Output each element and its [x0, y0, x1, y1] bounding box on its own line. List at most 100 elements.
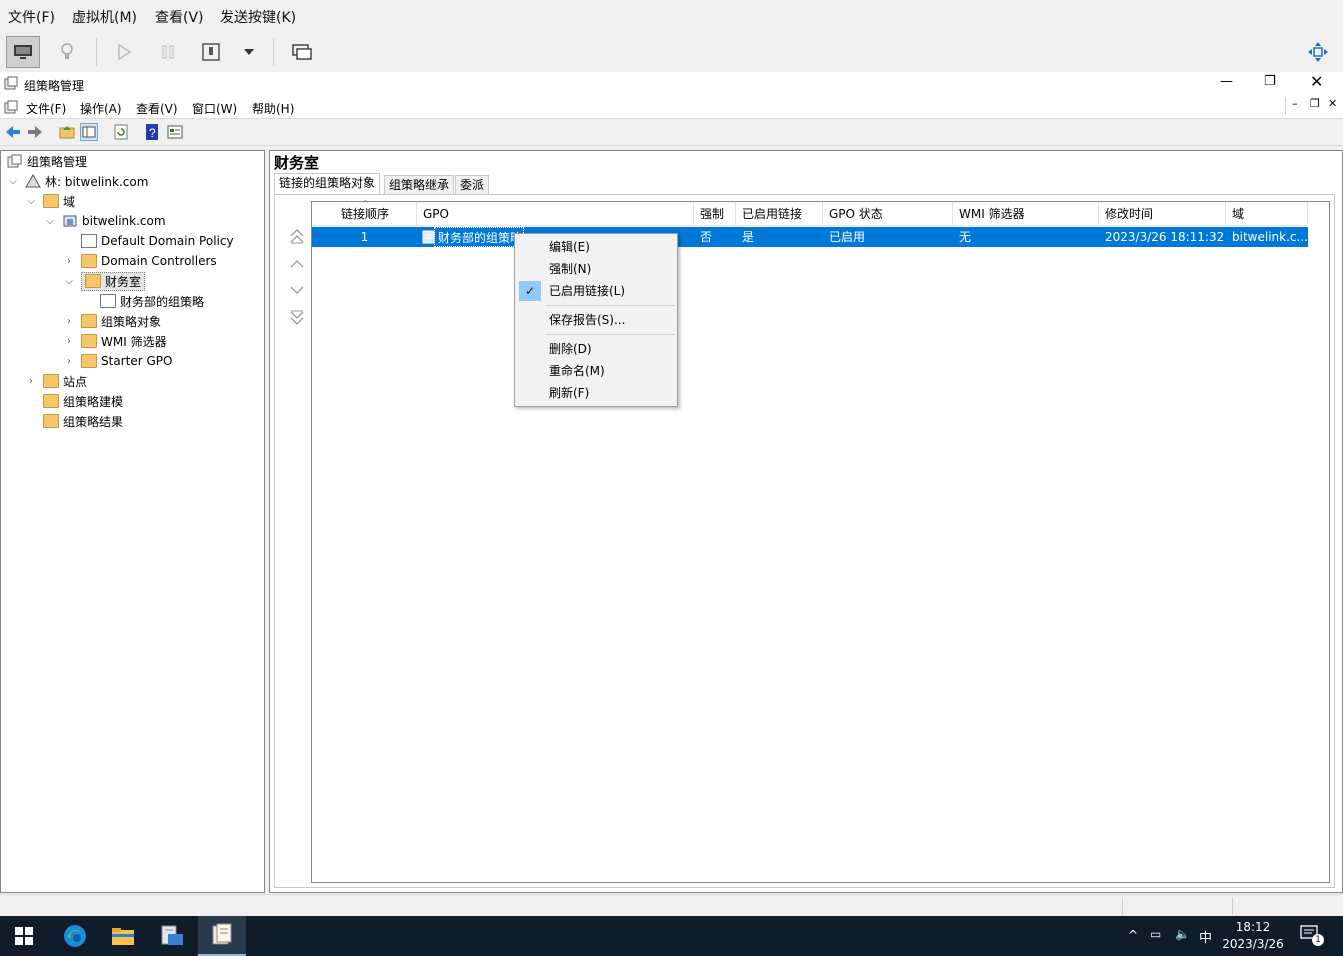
chevron-down-icon[interactable]: ⌵: [25, 195, 37, 207]
tree-item-domain[interactable]: ⌵ bitwelink.com: [44, 211, 165, 231]
tree-item-ou-gpo[interactable]: 财务部的组策略: [100, 291, 204, 311]
move-up-button[interactable]: [287, 254, 307, 274]
mdi-close-button[interactable]: ✕: [1328, 97, 1337, 110]
tray-chevron-icon[interactable]: ^: [1128, 928, 1138, 942]
gpm-taskbar-button[interactable]: [198, 916, 246, 956]
notification-button[interactable]: 1: [1300, 925, 1324, 947]
forward-icon[interactable]: [26, 123, 44, 141]
move-top-button[interactable]: [287, 226, 307, 246]
explorer-button[interactable]: [99, 916, 147, 956]
close-button[interactable]: ✕: [1310, 72, 1323, 91]
move-down-button[interactable]: [287, 280, 307, 300]
tab-linked-gpos[interactable]: 链接的组策略对象: [274, 173, 381, 195]
tree-item-ou-selected[interactable]: ⌵ 财务室: [63, 271, 146, 291]
mdi-minimize-button[interactable]: –: [1292, 97, 1298, 110]
mdi-restore-button[interactable]: ❐: [1310, 97, 1320, 110]
clock-date: 2023/3/26: [1222, 937, 1284, 951]
mmc-menu-action[interactable]: 操作(A): [80, 100, 122, 117]
up-folder-icon[interactable]: [58, 123, 76, 141]
col-header-modified[interactable]: 修改时间: [1099, 202, 1226, 226]
vm-hint-button[interactable]: [50, 36, 84, 68]
mmc-menu-help[interactable]: 帮助(H): [252, 100, 294, 117]
vm-menu-vm[interactable]: 虚拟机(M): [72, 7, 137, 27]
chevron-right-icon[interactable]: ›: [63, 335, 75, 347]
ou-folder-icon: [81, 254, 97, 268]
col-header-link-enabled[interactable]: 已启用链接: [736, 202, 823, 226]
gpm-icon: [212, 923, 232, 945]
tree-item-starter[interactable]: › Starter GPO: [63, 351, 172, 371]
menu-item-link-enabled[interactable]: ✓ 已启用链接(L): [517, 280, 675, 302]
menu-item-rename[interactable]: 重命名(M): [517, 360, 675, 382]
vm-menu-sendkey[interactable]: 发送按键(K): [220, 7, 296, 27]
mmc-menu-file[interactable]: 文件(F): [26, 100, 66, 117]
chevron-right-icon[interactable]: ›: [63, 315, 75, 327]
minimize-button[interactable]: —: [1220, 74, 1233, 89]
refresh-icon[interactable]: [112, 123, 130, 141]
tree-label-gpo-objects: 组策略对象: [101, 314, 162, 329]
ime-indicator[interactable]: 中: [1199, 927, 1212, 946]
tab-inheritance[interactable]: 组策略继承: [384, 175, 455, 194]
tree-item-modeling[interactable]: 组策略建模: [43, 391, 123, 411]
back-icon[interactable]: [4, 123, 22, 141]
vm-power-button[interactable]: [194, 36, 228, 68]
mmc-menu-view[interactable]: 查看(V): [136, 100, 178, 117]
tree-item-wmi[interactable]: › WMI 筛选器: [63, 331, 167, 351]
tree-item-domain-controllers[interactable]: › Domain Controllers: [63, 251, 217, 271]
gpm-app-icon: [4, 76, 18, 90]
clock[interactable]: 18:12 2023/3/26: [1222, 919, 1284, 953]
menu-item-enforce[interactable]: 强制(N): [517, 258, 675, 280]
chevron-right-icon[interactable]: ›: [63, 355, 75, 367]
col-header-wmi[interactable]: WMI 筛选器: [953, 202, 1099, 226]
move-bottom-button[interactable]: [287, 308, 307, 328]
move-arrows-icon: [1308, 42, 1328, 62]
menu-item-edit[interactable]: 编辑(E): [517, 236, 675, 258]
mmc-menu-window[interactable]: 窗口(W): [192, 100, 237, 117]
cell-modified: 2023/3/26 18:11:32: [1105, 230, 1225, 244]
vm-menu-file[interactable]: 文件(F): [8, 7, 55, 27]
table-row[interactable]: 1 财务部的组策略 否 是 已启用 无 2023/3/26 18:11:32 b…: [312, 227, 1308, 247]
tree-item-forest[interactable]: ⌵ 林: bitwelink.com: [7, 171, 148, 191]
tree-item-root[interactable]: 组策略管理: [7, 151, 87, 171]
svg-text:?: ?: [149, 126, 156, 140]
vm-console-button[interactable]: [6, 36, 40, 68]
restore-button[interactable]: ❐: [1264, 74, 1276, 89]
tree-item-domains[interactable]: ⌵ 域: [25, 191, 75, 211]
menu-item-save-report[interactable]: 保存报告(S)...: [517, 309, 675, 331]
edge-button[interactable]: [51, 916, 99, 956]
vm-play-button[interactable]: [107, 36, 141, 68]
start-button[interactable]: [0, 916, 48, 956]
vm-fullscreen-button[interactable]: [1301, 36, 1335, 68]
cell-domain: bitwelink.c...: [1232, 230, 1308, 244]
tab-delegation[interactable]: 委派: [455, 175, 490, 194]
menu-item-delete[interactable]: 删除(D): [517, 338, 675, 360]
show-tree-icon[interactable]: [80, 123, 98, 141]
col-header-enforced[interactable]: 强制: [694, 202, 736, 226]
col-header-status[interactable]: GPO 状态: [823, 202, 953, 226]
tree-item-sites[interactable]: › 站点: [25, 371, 87, 391]
server-manager-button[interactable]: [148, 916, 196, 956]
chevron-right-icon[interactable]: ›: [63, 255, 75, 267]
tree-item-default-policy[interactable]: Default Domain Policy: [81, 231, 234, 251]
tree-label-default-policy: Default Domain Policy: [101, 234, 234, 248]
power-icon: [202, 43, 220, 61]
vm-pause-button[interactable]: [151, 36, 185, 68]
tree-item-results[interactable]: 组策略结果: [43, 411, 123, 431]
col-header-domain[interactable]: 域: [1226, 202, 1308, 226]
cell-order: 1: [360, 230, 369, 244]
chevron-right-icon[interactable]: ›: [25, 375, 37, 387]
chevron-down-icon[interactable]: ⌵: [44, 215, 56, 227]
volume-icon[interactable]: 🔈: [1175, 927, 1190, 941]
properties-icon[interactable]: [166, 123, 184, 141]
menu-item-refresh[interactable]: 刷新(F): [517, 382, 675, 404]
vm-menu-view[interactable]: 查看(V): [155, 7, 204, 27]
lightbulb-icon: [61, 43, 73, 59]
vm-snapshot-button[interactable]: [285, 36, 319, 68]
caret-down-icon: [244, 49, 254, 55]
network-icon[interactable]: ▭: [1150, 927, 1161, 941]
col-header-gpo[interactable]: GPO: [417, 202, 694, 226]
vm-power-dropdown[interactable]: [232, 36, 266, 68]
tree-item-gpo-objects[interactable]: › 组策略对象: [63, 311, 161, 331]
chevron-down-icon[interactable]: ⌵: [63, 275, 75, 287]
help-icon[interactable]: ?: [143, 123, 161, 141]
chevron-down-icon[interactable]: ⌵: [7, 175, 19, 187]
